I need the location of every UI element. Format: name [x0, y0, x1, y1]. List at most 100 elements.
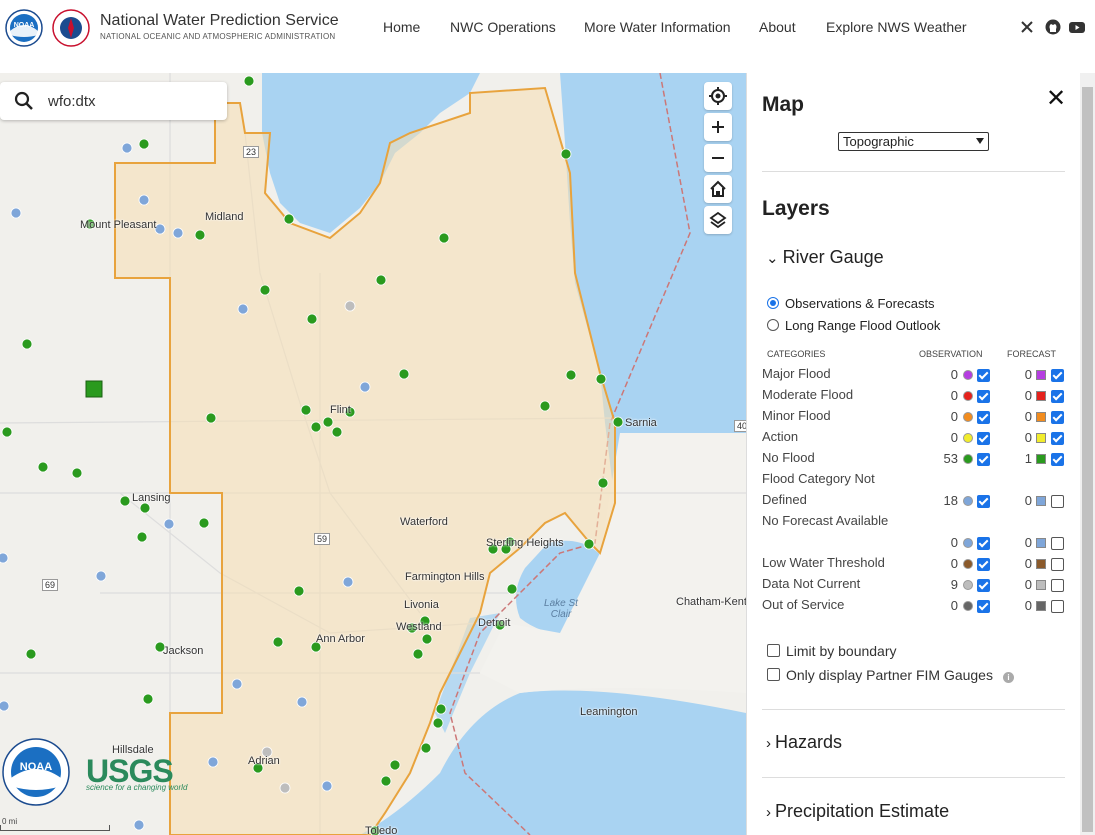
gauge-marker[interactable] [121, 142, 133, 154]
river-gauge-toggle[interactable]: ⌄ River Gauge [766, 247, 884, 268]
forecast-gauge-marker[interactable] [85, 380, 103, 398]
gauge-marker[interactable] [389, 759, 401, 771]
gauge-marker[interactable] [142, 693, 154, 705]
gauge-marker[interactable] [119, 495, 131, 507]
nav-nwc-operations[interactable]: NWC Operations [450, 19, 556, 35]
gauge-marker[interactable] [279, 782, 291, 794]
gauge-marker[interactable] [237, 303, 249, 315]
hazards-toggle[interactable]: › Hazards [766, 732, 842, 753]
observation-checkbox[interactable] [977, 432, 990, 445]
gauge-marker[interactable] [321, 780, 333, 792]
gauge-marker[interactable] [71, 467, 83, 479]
panel-scrollbar[interactable] [1080, 73, 1095, 835]
limit-boundary-checkbox[interactable] [767, 644, 780, 657]
gauge-marker[interactable] [539, 400, 551, 412]
gauge-marker[interactable] [310, 421, 322, 433]
gauge-marker[interactable] [243, 75, 255, 87]
gauge-marker[interactable] [597, 477, 609, 489]
radio-button[interactable] [767, 297, 779, 309]
observation-checkbox[interactable] [977, 537, 990, 550]
gauge-marker[interactable] [21, 338, 33, 350]
map-view[interactable]: Mount Pleasant Midland Flint Lansing Wat… [0, 73, 746, 835]
gauge-marker[interactable] [565, 369, 577, 381]
gauge-marker[interactable] [398, 368, 410, 380]
nav-home[interactable]: Home [383, 19, 420, 35]
gauge-marker[interactable] [438, 232, 450, 244]
gauge-marker[interactable] [10, 207, 22, 219]
observation-checkbox[interactable] [977, 411, 990, 424]
forecast-checkbox[interactable] [1051, 411, 1064, 424]
basemap-select[interactable]: Topographic [838, 132, 989, 151]
gauge-marker[interactable] [412, 648, 424, 660]
gauge-marker[interactable] [198, 517, 210, 529]
nav-about[interactable]: About [759, 19, 796, 35]
gauge-marker[interactable] [306, 313, 318, 325]
forecast-checkbox[interactable] [1051, 495, 1064, 508]
locate-button[interactable] [704, 82, 732, 110]
gauge-marker[interactable] [612, 416, 624, 428]
gauge-marker[interactable] [205, 412, 217, 424]
search-box[interactable] [0, 82, 227, 120]
zoom-out-button[interactable] [704, 144, 732, 172]
gauge-marker[interactable] [136, 531, 148, 543]
nav-more-water-information[interactable]: More Water Information [584, 19, 731, 35]
gauge-marker[interactable] [300, 404, 312, 416]
radio-long-range-flood-outlook[interactable]: Long Range Flood Outlook [767, 318, 940, 333]
gauge-marker[interactable] [283, 213, 295, 225]
gauge-marker[interactable] [342, 576, 354, 588]
gauge-marker[interactable] [138, 194, 150, 206]
nav-explore-nws-weather[interactable]: Explore NWS Weather [826, 19, 967, 35]
search-input[interactable] [46, 90, 216, 112]
precip-toggle[interactable]: › Precipitation Estimate [766, 801, 949, 822]
site-title[interactable]: National Water Prediction Service [100, 12, 339, 30]
gauge-marker[interactable] [432, 717, 444, 729]
partner-fim-checkbox[interactable] [767, 668, 780, 681]
gauge-marker[interactable] [25, 648, 37, 660]
nws-logo[interactable] [52, 9, 90, 47]
observation-checkbox[interactable] [977, 495, 990, 508]
limit-boundary-option[interactable]: Limit by boundary [767, 643, 897, 659]
gauge-marker[interactable] [560, 148, 572, 160]
gauge-marker[interactable] [375, 274, 387, 286]
scrollbar-thumb[interactable] [1082, 87, 1093, 832]
gauge-marker[interactable] [139, 502, 151, 514]
gauge-marker[interactable] [380, 775, 392, 787]
gauge-marker[interactable] [293, 585, 305, 597]
forecast-checkbox[interactable] [1051, 369, 1064, 382]
gauge-marker[interactable] [435, 703, 447, 715]
forecast-checkbox[interactable] [1051, 537, 1064, 550]
gauge-marker[interactable] [37, 461, 49, 473]
forecast-checkbox[interactable] [1051, 453, 1064, 466]
gauge-marker[interactable] [359, 381, 371, 393]
close-icon[interactable]: ✕ [1046, 87, 1066, 111]
gauge-layer[interactable] [0, 73, 746, 835]
gauge-marker[interactable] [154, 223, 166, 235]
observation-checkbox[interactable] [977, 369, 990, 382]
gauge-marker[interactable] [1, 426, 13, 438]
forecast-checkbox[interactable] [1051, 558, 1064, 571]
gauge-marker[interactable] [133, 819, 145, 831]
forecast-checkbox[interactable] [1051, 432, 1064, 445]
gauge-marker[interactable] [595, 373, 607, 385]
noaa-logo[interactable]: NOAA [5, 9, 43, 47]
observation-checkbox[interactable] [977, 600, 990, 613]
gauge-marker[interactable] [322, 416, 334, 428]
youtube-icon[interactable] [1069, 19, 1085, 35]
gauge-marker[interactable] [272, 636, 284, 648]
gauge-marker[interactable] [0, 700, 10, 712]
gauge-marker[interactable] [207, 756, 219, 768]
radio-observations-forecasts[interactable]: Observations & Forecasts [767, 296, 935, 311]
gauge-marker[interactable] [344, 300, 356, 312]
gauge-marker[interactable] [259, 284, 271, 296]
info-icon[interactable]: i [1002, 672, 1014, 683]
gauge-marker[interactable] [296, 696, 308, 708]
gauge-marker[interactable] [138, 138, 150, 150]
github-icon[interactable] [1045, 19, 1061, 35]
radio-button[interactable] [767, 319, 779, 331]
forecast-checkbox[interactable] [1051, 579, 1064, 592]
observation-checkbox[interactable] [977, 453, 990, 466]
home-button[interactable] [704, 175, 732, 203]
gauge-marker[interactable] [506, 583, 518, 595]
gauge-marker[interactable] [163, 518, 175, 530]
observation-checkbox[interactable] [977, 558, 990, 571]
